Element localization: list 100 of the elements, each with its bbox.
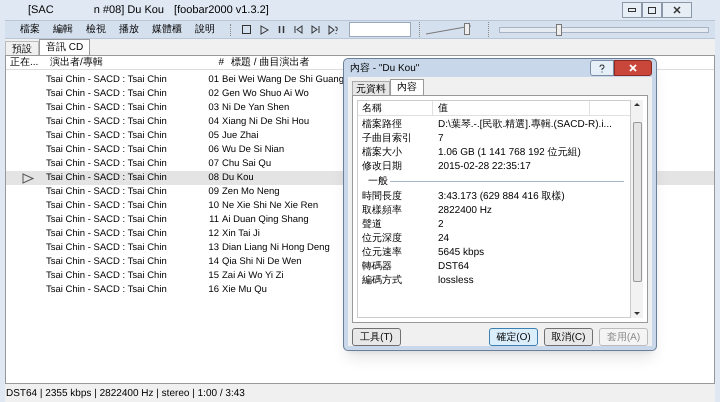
property-name: 編碼方式 xyxy=(361,274,403,288)
table-cell-text: Zen Mo Neng xyxy=(221,184,280,199)
previous-icon[interactable] xyxy=(293,24,304,35)
property-value: 2015-02-28 22:35:17 xyxy=(437,160,531,174)
table-cell-text: 13 xyxy=(207,240,219,255)
table-cell-text: Tsai Chin - SACD : Tsai Chin xyxy=(45,212,168,227)
close-button[interactable] xyxy=(614,60,652,76)
table-cell-text: Ne Xie Shi Ne Xie Ren xyxy=(221,198,318,213)
window-title: [SAC xyxy=(28,2,54,18)
table-cell-text: 12 xyxy=(207,226,219,241)
table-cell-text: Tsai Chin - SACD : Tsai Chin xyxy=(45,72,168,87)
scroll-down-icon[interactable] xyxy=(634,310,640,318)
dialog-button[interactable]: 取消(C) xyxy=(544,328,593,346)
property-name: 轉碼器 xyxy=(361,260,393,274)
menu-item[interactable]: 播放 xyxy=(119,22,139,37)
minimize-icon xyxy=(628,8,636,12)
table-cell-text: Wu De Si Nian xyxy=(221,142,284,157)
window-title: [foobar2000 v1.3.2] xyxy=(174,2,269,18)
dialog-title: 內容 - "Du Kou" xyxy=(349,62,420,76)
table-cell-text: Qia Shi Ni De Wen xyxy=(221,254,302,269)
column-header[interactable]: # xyxy=(213,55,228,70)
section-label: 一般 xyxy=(368,174,388,188)
column-header[interactable]: 值 xyxy=(433,100,590,116)
menu-item[interactable]: 說明 xyxy=(195,22,215,37)
table-cell-text: 08 xyxy=(207,170,219,185)
table-cell-text: Chu Sai Qu xyxy=(221,156,272,171)
playing-icon xyxy=(22,172,34,184)
table-cell-text: 07 xyxy=(207,156,219,171)
menu-item[interactable]: 媒體櫃 xyxy=(152,22,182,37)
property-value: lossless xyxy=(437,274,474,288)
stop-icon[interactable] xyxy=(241,24,252,35)
table-cell-text: 10 xyxy=(207,198,219,213)
property-name: 檔案大小 xyxy=(361,146,403,160)
close-button[interactable] xyxy=(662,2,692,18)
table-cell-text: Ni De Yan Shen xyxy=(221,100,290,115)
property-value: 3:43.173 (629 884 416 取樣) xyxy=(437,190,565,204)
table-cell-text: 03 xyxy=(207,100,219,115)
tab[interactable]: 內容 xyxy=(390,79,424,95)
table-cell-text: Du Kou xyxy=(221,170,254,185)
tab[interactable]: 音訊 CD xyxy=(39,39,90,55)
property-name: 聲道 xyxy=(361,218,383,232)
table-cell-text: Tsai Chin - SACD : Tsai Chin xyxy=(45,128,168,143)
close-icon xyxy=(629,64,637,72)
property-name: 子曲目索引 xyxy=(361,132,413,146)
help-button[interactable] xyxy=(590,60,614,76)
column-header[interactable]: 演出者/專輯 xyxy=(46,55,213,70)
maximize-button[interactable] xyxy=(642,2,662,18)
property-value: 1.06 GB (1 141 768 192 位元組) xyxy=(437,146,581,160)
table-cell-text: Xin Tai Ji xyxy=(221,226,260,241)
table-cell-text: 05 xyxy=(207,128,219,143)
pause-icon[interactable] xyxy=(276,24,287,35)
property-name: 檔案路徑 xyxy=(361,118,403,132)
table-cell-text: Tsai Chin - SACD : Tsai Chin xyxy=(45,240,168,255)
table-cell-text: Jue Zhai xyxy=(221,128,258,143)
property-value: DST64 xyxy=(437,260,470,274)
dialog-button[interactable]: 確定(O) xyxy=(489,328,538,346)
menu-item[interactable]: 檢視 xyxy=(86,22,106,37)
help-icon xyxy=(598,64,606,72)
table-cell-text: 02 xyxy=(207,86,219,101)
table-cell-text: 06 xyxy=(207,142,219,157)
scroll-up-icon[interactable] xyxy=(634,100,640,108)
table-cell-text: Tsai Chin - SACD : Tsai Chin xyxy=(45,268,168,283)
table-cell-text: 15 xyxy=(207,268,219,283)
table-cell-text: 04 xyxy=(207,114,219,129)
menu-item[interactable]: 檔案 xyxy=(20,22,40,37)
table-cell-text: 09 xyxy=(207,184,219,199)
dialog-button[interactable]: 工具(T) xyxy=(352,328,401,346)
property-value: 2822400 Hz xyxy=(437,204,492,218)
window-title: n #08] Du Kou xyxy=(94,2,164,18)
status-text: DST64 | 2355 kbps | 2822400 Hz | stereo | 1:00 / 3:43 xyxy=(5,386,245,400)
property-value: 2 xyxy=(437,218,444,232)
volume-slider[interactable] xyxy=(419,22,474,37)
minimize-button[interactable] xyxy=(622,2,642,18)
property-name: 修改日期 xyxy=(361,160,403,174)
table-cell-text: Tsai Chin - SACD : Tsai Chin xyxy=(45,114,168,129)
random-play-icon[interactable] xyxy=(327,24,339,36)
table-cell-text: Tsai Chin - SACD : Tsai Chin xyxy=(45,198,168,213)
scrollbar[interactable] xyxy=(631,100,643,318)
play-icon[interactable] xyxy=(258,24,270,36)
table-cell-text: Bei Wei Wang De Shi Guang xyxy=(221,72,344,87)
column-header[interactable]: 名稱 xyxy=(358,100,433,116)
tab[interactable]: 元資料 xyxy=(352,81,390,95)
table-cell-text: Ai Duan Qing Shang xyxy=(221,212,309,227)
table-cell-text: Tsai Chin - SACD : Tsai Chin xyxy=(45,100,168,115)
next-icon[interactable] xyxy=(310,24,321,35)
table-cell-text: 11 xyxy=(208,212,219,227)
table-cell-text: Xie Mu Qu xyxy=(221,282,267,297)
table-cell-text: Tsai Chin - SACD : Tsai Chin xyxy=(45,254,168,269)
table-cell-text: Tsai Chin - SACD : Tsai Chin xyxy=(45,156,168,171)
search-field[interactable] xyxy=(349,22,411,37)
column-header[interactable]: 正在... xyxy=(6,55,46,70)
table-cell-text: 16 xyxy=(207,282,219,297)
menu-item[interactable]: 編輯 xyxy=(53,22,73,37)
table-cell-text: Zai Ai Wo Yi Zi xyxy=(221,268,284,283)
table-cell-text: Tsai Chin - SACD : Tsai Chin xyxy=(45,184,168,199)
table-cell-text: 01 xyxy=(207,72,219,87)
table-cell-text: Xiang Ni De Shi Hou xyxy=(221,114,310,129)
table-cell-text: Tsai Chin - SACD : Tsai Chin xyxy=(45,170,168,185)
property-value: 24 xyxy=(437,232,450,246)
property-value: D:\葉琴.-.[民歌.精選].專輯.(SACD-R).i... xyxy=(437,118,612,132)
